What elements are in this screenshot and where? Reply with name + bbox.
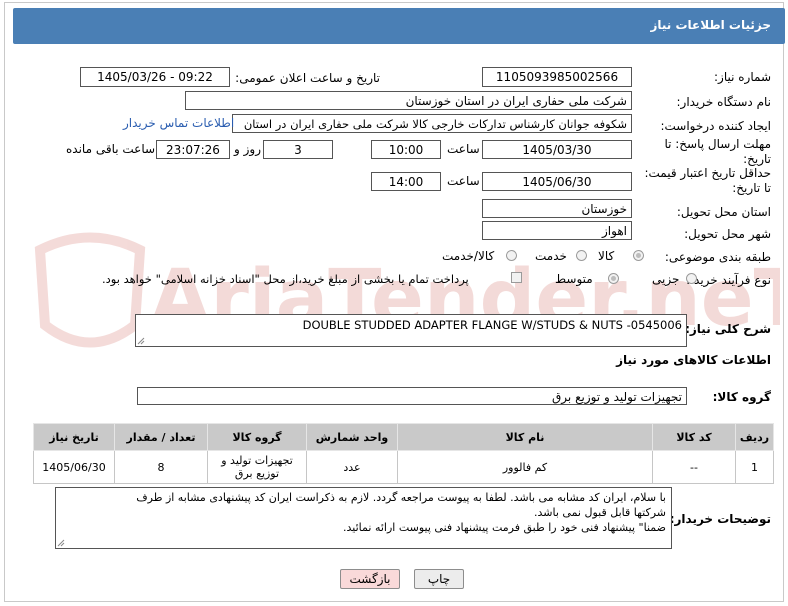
requester-field[interactable]: شکوفه جوانان کارشناس تدارکات خارجی کالا … <box>232 114 632 133</box>
col-unit: واحد شمارش <box>306 423 398 451</box>
summary-text: DOUBLE STUDDED ADAPTER FLANGE W/STUDS & … <box>302 318 682 332</box>
col-row: ردیف <box>735 423 774 451</box>
table-row[interactable]: 1 -- کم فالوور عدد تجهیزات تولید و توزیع… <box>33 450 774 484</box>
summary-label: شرح کلی نیاز: <box>685 322 771 336</box>
print-button[interactable]: چاپ <box>414 569 464 589</box>
province-field[interactable]: خوزستان <box>482 199 632 218</box>
items-table: ردیف کد کالا نام کالا واحد شمارش گروه کا… <box>33 423 774 484</box>
cell-group: تجهیزات تولید و توزیع برق <box>207 450 307 484</box>
cell-date: 1405/06/30 <box>33 450 115 484</box>
col-date: تاریخ نیاز <box>33 423 115 451</box>
reply-deadline-label: مهلت ارسال پاسخ: تا تاریخ: <box>664 137 771 166</box>
price-time-label: ساعت <box>447 174 480 188</box>
cell-code: -- <box>652 450 736 484</box>
price-validity-label: حداقل تاریخ اعتبار قیمت: تا تاریخ: <box>644 166 771 195</box>
buyer-notes-field[interactable]: با سلام، ایران کد مشابه می باشد. لطفا به… <box>55 487 672 549</box>
resize-grip-icon[interactable] <box>137 337 145 345</box>
payment-checkbox[interactable] <box>511 272 522 283</box>
page-title: جزئیات اطلاعات نیاز <box>650 18 771 32</box>
category-option-service: خدمت <box>535 249 567 263</box>
category-radio-service[interactable] <box>576 250 587 261</box>
buyer-org-field[interactable]: شرکت ملی حفاری ایران در استان خوزستان <box>185 91 632 110</box>
table-header-row: ردیف کد کالا نام کالا واحد شمارش گروه کا… <box>33 423 774 451</box>
buyer-contact-link[interactable]: اطلاعات تماس خریدار <box>123 116 234 130</box>
process-option-medium: متوسط <box>555 272 593 286</box>
city-field[interactable]: اهواز <box>482 221 632 240</box>
category-radio-goods[interactable] <box>633 250 644 261</box>
category-option-goods: کالا <box>598 249 615 263</box>
group-field[interactable]: تجهیزات تولید و توزیع برق <box>137 387 687 405</box>
process-label: نوع فرآیند خرید : <box>686 273 771 287</box>
announce-field[interactable]: 1405/03/26 - 09:22 <box>80 67 230 87</box>
process-radio-medium[interactable] <box>608 273 619 284</box>
page-header: جزئیات اطلاعات نیاز <box>13 8 785 44</box>
days-label: روز و <box>234 142 261 156</box>
remaining-time-field[interactable]: 23:07:26 <box>156 140 230 159</box>
need-number-field[interactable]: 1105093985002566 <box>482 67 632 87</box>
cell-unit: عدد <box>306 450 398 484</box>
cell-quantity: 8 <box>114 450 208 484</box>
need-number-label: شماره نیاز: <box>714 70 771 84</box>
process-radio-minor[interactable] <box>686 273 697 284</box>
process-option-minor: جزیی <box>652 272 680 286</box>
buyer-notes-line: ضمنا" پیشنهاد فنی خود را طبق فرمت پیشنها… <box>343 521 666 534</box>
col-code: کد کالا <box>652 423 736 451</box>
col-name: نام کالا <box>397 423 653 451</box>
category-label: طبقه بندی موضوعی: <box>664 250 771 264</box>
province-label: استان محل تحویل: <box>676 205 771 219</box>
cell-name: کم فالوور <box>397 450 653 484</box>
buyer-notes-label: توضیحات خریدار: <box>669 512 771 526</box>
reply-date-field[interactable]: 1405/03/30 <box>482 140 632 159</box>
cell-row: 1 <box>735 450 774 484</box>
announce-label: تاریخ و ساعت اعلان عمومی: <box>235 71 380 85</box>
group-label: گروه کالا: <box>712 390 771 404</box>
city-label: شهر محل تحویل: <box>684 227 771 241</box>
requester-label: ایجاد کننده درخواست: <box>660 119 771 133</box>
buyer-org-label: نام دستگاه خریدار: <box>676 95 772 109</box>
category-radio-both[interactable] <box>506 250 517 261</box>
back-button[interactable]: بازگشت <box>340 569 400 589</box>
col-group: گروه کالا <box>207 423 307 451</box>
reply-time-label: ساعت <box>447 142 480 156</box>
resize-grip-icon[interactable] <box>57 539 65 547</box>
price-time-field[interactable]: 14:00 <box>371 172 441 191</box>
payment-note: پرداخت تمام یا بخشی از مبلغ خرید،از محل … <box>102 272 469 286</box>
buyer-notes-line: شرکتها قابل قبول نمی باشد. <box>534 506 666 519</box>
summary-field[interactable]: DOUBLE STUDDED ADAPTER FLANGE W/STUDS & … <box>135 314 687 347</box>
price-date-field[interactable]: 1405/06/30 <box>482 172 632 191</box>
col-quantity: تعداد / مقدار <box>114 423 208 451</box>
days-field[interactable]: 3 <box>263 140 333 159</box>
category-option-both: کالا/خدمت <box>442 249 495 263</box>
reply-time-field[interactable]: 10:00 <box>371 140 441 159</box>
buyer-notes-line: با سلام، ایران کد مشابه می باشد. لطفا به… <box>136 491 666 504</box>
remaining-label: ساعت باقی مانده <box>66 142 156 156</box>
items-section-label: اطلاعات کالاهای مورد نیاز <box>616 353 771 367</box>
